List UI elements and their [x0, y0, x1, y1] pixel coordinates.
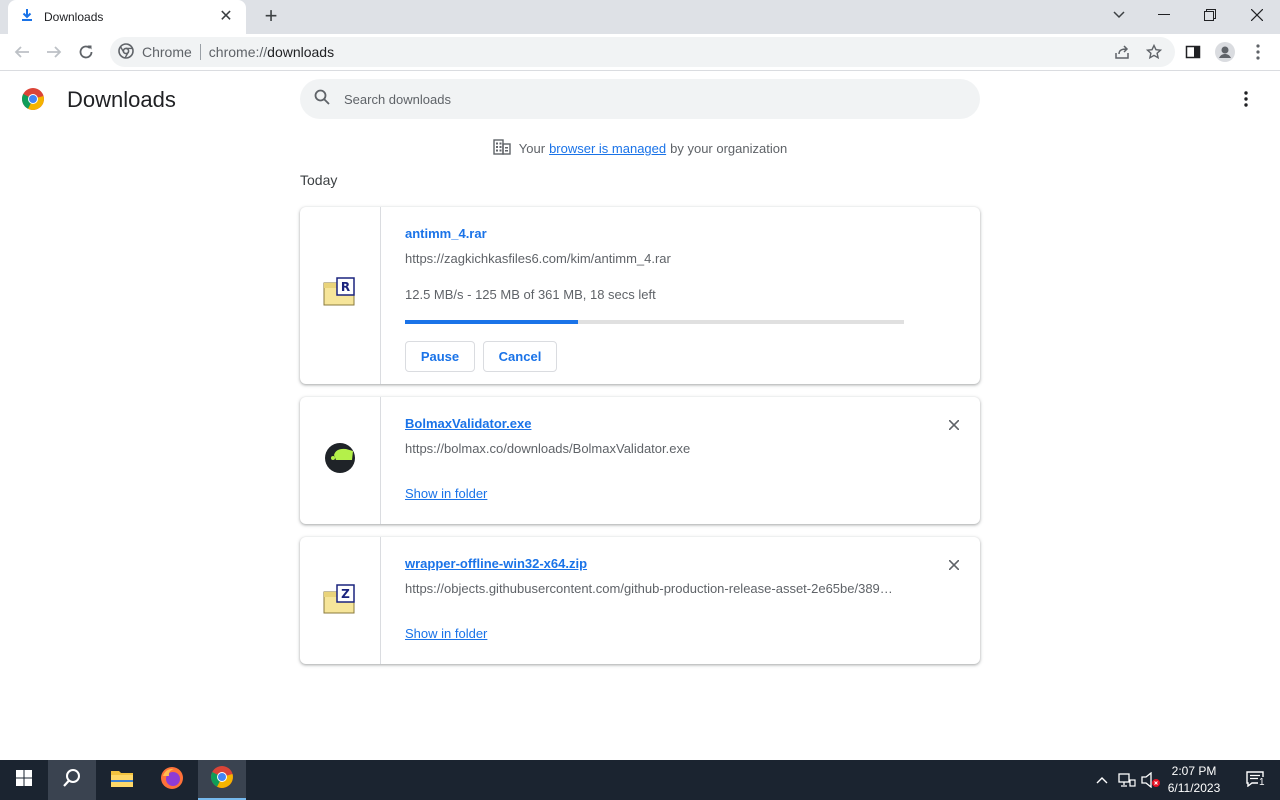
- tab-title: Downloads: [44, 10, 104, 24]
- more-actions-icon[interactable]: [1234, 87, 1258, 111]
- browser-toolbar: Chrome chrome://downloads: [0, 34, 1280, 71]
- download-item: R antimm_4.rar https://zagkichkasfiles6.…: [300, 207, 980, 384]
- system-clock[interactable]: 2:07 PM 6/11/2023: [1160, 763, 1228, 797]
- url-host: downloads: [267, 44, 335, 60]
- url-text: chrome://downloads: [209, 44, 334, 60]
- action-center-button[interactable]: 1: [1232, 760, 1280, 800]
- tab-downloads[interactable]: Downloads ✕: [8, 0, 246, 34]
- notification-icon: 1: [1246, 771, 1266, 789]
- managed-prefix: Your: [518, 141, 546, 156]
- search-bar[interactable]: [300, 79, 980, 119]
- minimize-button[interactable]: [1150, 4, 1178, 26]
- pause-button[interactable]: Pause: [405, 341, 475, 372]
- taskbar-search-button[interactable]: [48, 760, 96, 800]
- start-button[interactable]: [0, 760, 48, 800]
- bolmax-app-icon: [324, 442, 356, 479]
- cancel-button[interactable]: Cancel: [483, 341, 557, 372]
- managed-suffix: by your organization: [670, 141, 788, 156]
- search-icon: [314, 89, 330, 110]
- download-status: 12.5 MB/s - 125 MB of 361 MB, 18 secs le…: [405, 287, 656, 302]
- source-url: https://zagkichkasfiles6.com/kim/antimm_…: [405, 251, 671, 266]
- managed-notice: Your browser is managed by your organiza…: [300, 139, 980, 158]
- restore-button[interactable]: [1196, 4, 1224, 26]
- download-details: wrapper-offline-win32-x64.zip https://ob…: [405, 537, 980, 664]
- download-item: Z wrapper-offline-win32-x64.zip https://…: [300, 537, 980, 664]
- chrome-menu-icon[interactable]: [1246, 40, 1270, 64]
- zip-badge-letter: Z: [341, 587, 350, 601]
- page-title: Downloads: [67, 87, 176, 112]
- omnibox-chip: Chrome: [142, 44, 192, 60]
- omnibox-separator: [199, 44, 201, 60]
- browser-managed-link[interactable]: browser is managed: [549, 141, 666, 156]
- file-icon-column: Z: [300, 537, 381, 664]
- chrome-icon: [210, 765, 234, 794]
- tab-strip: Downloads ✕ +: [0, 0, 1280, 34]
- chevron-up-icon: [1096, 771, 1108, 789]
- show-hidden-icons-button[interactable]: [1088, 760, 1116, 800]
- firefox-button[interactable]: [148, 760, 196, 800]
- download-icon: [20, 8, 34, 27]
- windows-taskbar: 2:07 PM 6/11/2023 1: [0, 760, 1280, 800]
- download-details: BolmaxValidator.exe https://bolmax.co/do…: [405, 397, 980, 524]
- search-input[interactable]: [344, 91, 944, 107]
- show-in-folder-link[interactable]: Show in folder: [405, 486, 487, 501]
- clock-time: 2:07 PM: [1171, 764, 1217, 778]
- address-bar[interactable]: Chrome chrome://downloads: [110, 37, 1175, 67]
- bookmark-star-icon[interactable]: [1142, 40, 1166, 64]
- new-tab-button[interactable]: +: [259, 5, 283, 29]
- file-name-link[interactable]: BolmaxValidator.exe: [405, 416, 531, 431]
- chrome-site-icon: [118, 42, 134, 62]
- side-panel-icon[interactable]: [1181, 40, 1205, 64]
- reload-button[interactable]: [74, 40, 98, 64]
- file-name-link[interactable]: wrapper-offline-win32-x64.zip: [405, 556, 587, 571]
- date-section-label: Today: [300, 172, 338, 188]
- zip-file-icon: Z: [323, 582, 357, 619]
- url-scheme: chrome://: [208, 44, 268, 60]
- firefox-icon: [160, 766, 184, 795]
- download-item: BolmaxValidator.exe https://bolmax.co/do…: [300, 397, 980, 524]
- close-window-button[interactable]: [1243, 4, 1271, 26]
- download-progress-fill: [405, 320, 578, 324]
- source-url: https://objects.githubusercontent.com/gi…: [405, 581, 893, 596]
- clock-date: 6/11/2023: [1167, 781, 1221, 795]
- remove-download-icon[interactable]: [944, 555, 964, 575]
- chrome-logo-icon: [21, 87, 45, 111]
- file-explorer-button[interactable]: [98, 760, 146, 800]
- folder-icon: [110, 768, 134, 793]
- profile-avatar-icon[interactable]: [1213, 40, 1237, 64]
- search-icon: [62, 768, 82, 793]
- share-icon[interactable]: [1110, 40, 1134, 64]
- file-icon-column: [300, 397, 381, 524]
- file-name[interactable]: antimm_4.rar: [405, 226, 487, 241]
- chrome-taskbar-button[interactable]: [198, 760, 246, 800]
- download-details: antimm_4.rar https://zagkichkasfiles6.co…: [405, 207, 980, 384]
- forward-button[interactable]: [42, 40, 66, 64]
- rar-file-icon: R: [323, 277, 357, 314]
- download-progress-bar: [405, 320, 904, 324]
- show-in-folder-link[interactable]: Show in folder: [405, 626, 487, 641]
- network-icon[interactable]: [1114, 760, 1140, 800]
- rar-badge-letter: R: [341, 280, 350, 294]
- back-button[interactable]: [10, 40, 34, 64]
- remove-download-icon[interactable]: [944, 415, 964, 435]
- source-url: https://bolmax.co/downloads/BolmaxValida…: [405, 441, 691, 456]
- notification-count: 1: [1258, 777, 1266, 788]
- file-icon-column: R: [300, 207, 381, 384]
- building-icon: [493, 139, 511, 158]
- downloads-page: Downloads Your browser is managed by you…: [0, 72, 1280, 760]
- windows-logo-icon: [16, 769, 32, 791]
- tab-search-chevron-icon[interactable]: [1105, 4, 1133, 26]
- tab-close-icon[interactable]: ✕: [218, 9, 234, 25]
